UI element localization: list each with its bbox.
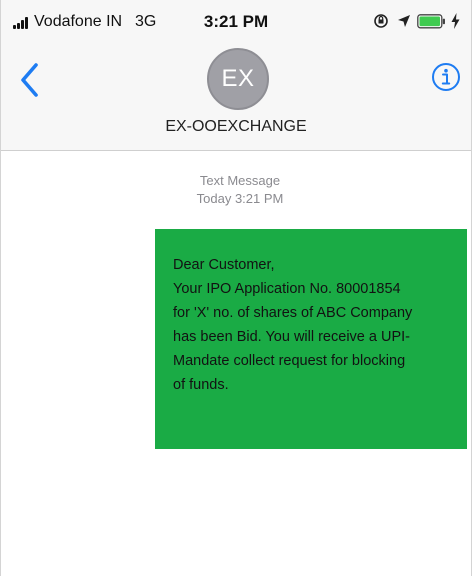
info-icon — [432, 63, 460, 91]
status-icons — [353, 10, 463, 34]
message-type-label: Text Message — [199, 173, 281, 188]
location-icon — [398, 15, 410, 27]
avatar-initials: EX — [221, 65, 255, 92]
message-meta: Text Message Today 3:21 PM — [1, 172, 471, 208]
conversation-header: EX EX-OOEXCHANGE — [1, 42, 471, 151]
rotation-lock-icon — [374, 14, 388, 28]
avatar[interactable]: EX — [207, 48, 269, 110]
info-button[interactable] — [431, 62, 461, 92]
message-timestamp: Today 3:21 PM — [196, 191, 284, 206]
back-button[interactable] — [15, 60, 45, 100]
messages-screen: Vodafone IN 3G 3:21 PM EX EX-OOEXCHANGE … — [0, 0, 472, 576]
chevron-left-icon — [21, 63, 38, 97]
charging-icon — [451, 13, 460, 29]
contact-name[interactable]: EX-OOEXCHANGE — [1, 118, 471, 136]
message-text: Dear Customer, Your IPO Application No. … — [173, 257, 413, 393]
status-bar: Vodafone IN 3G 3:21 PM — [1, 0, 471, 42]
message-bubble[interactable]: Dear Customer, Your IPO Application No. … — [155, 229, 467, 449]
battery-icon — [417, 14, 445, 29]
